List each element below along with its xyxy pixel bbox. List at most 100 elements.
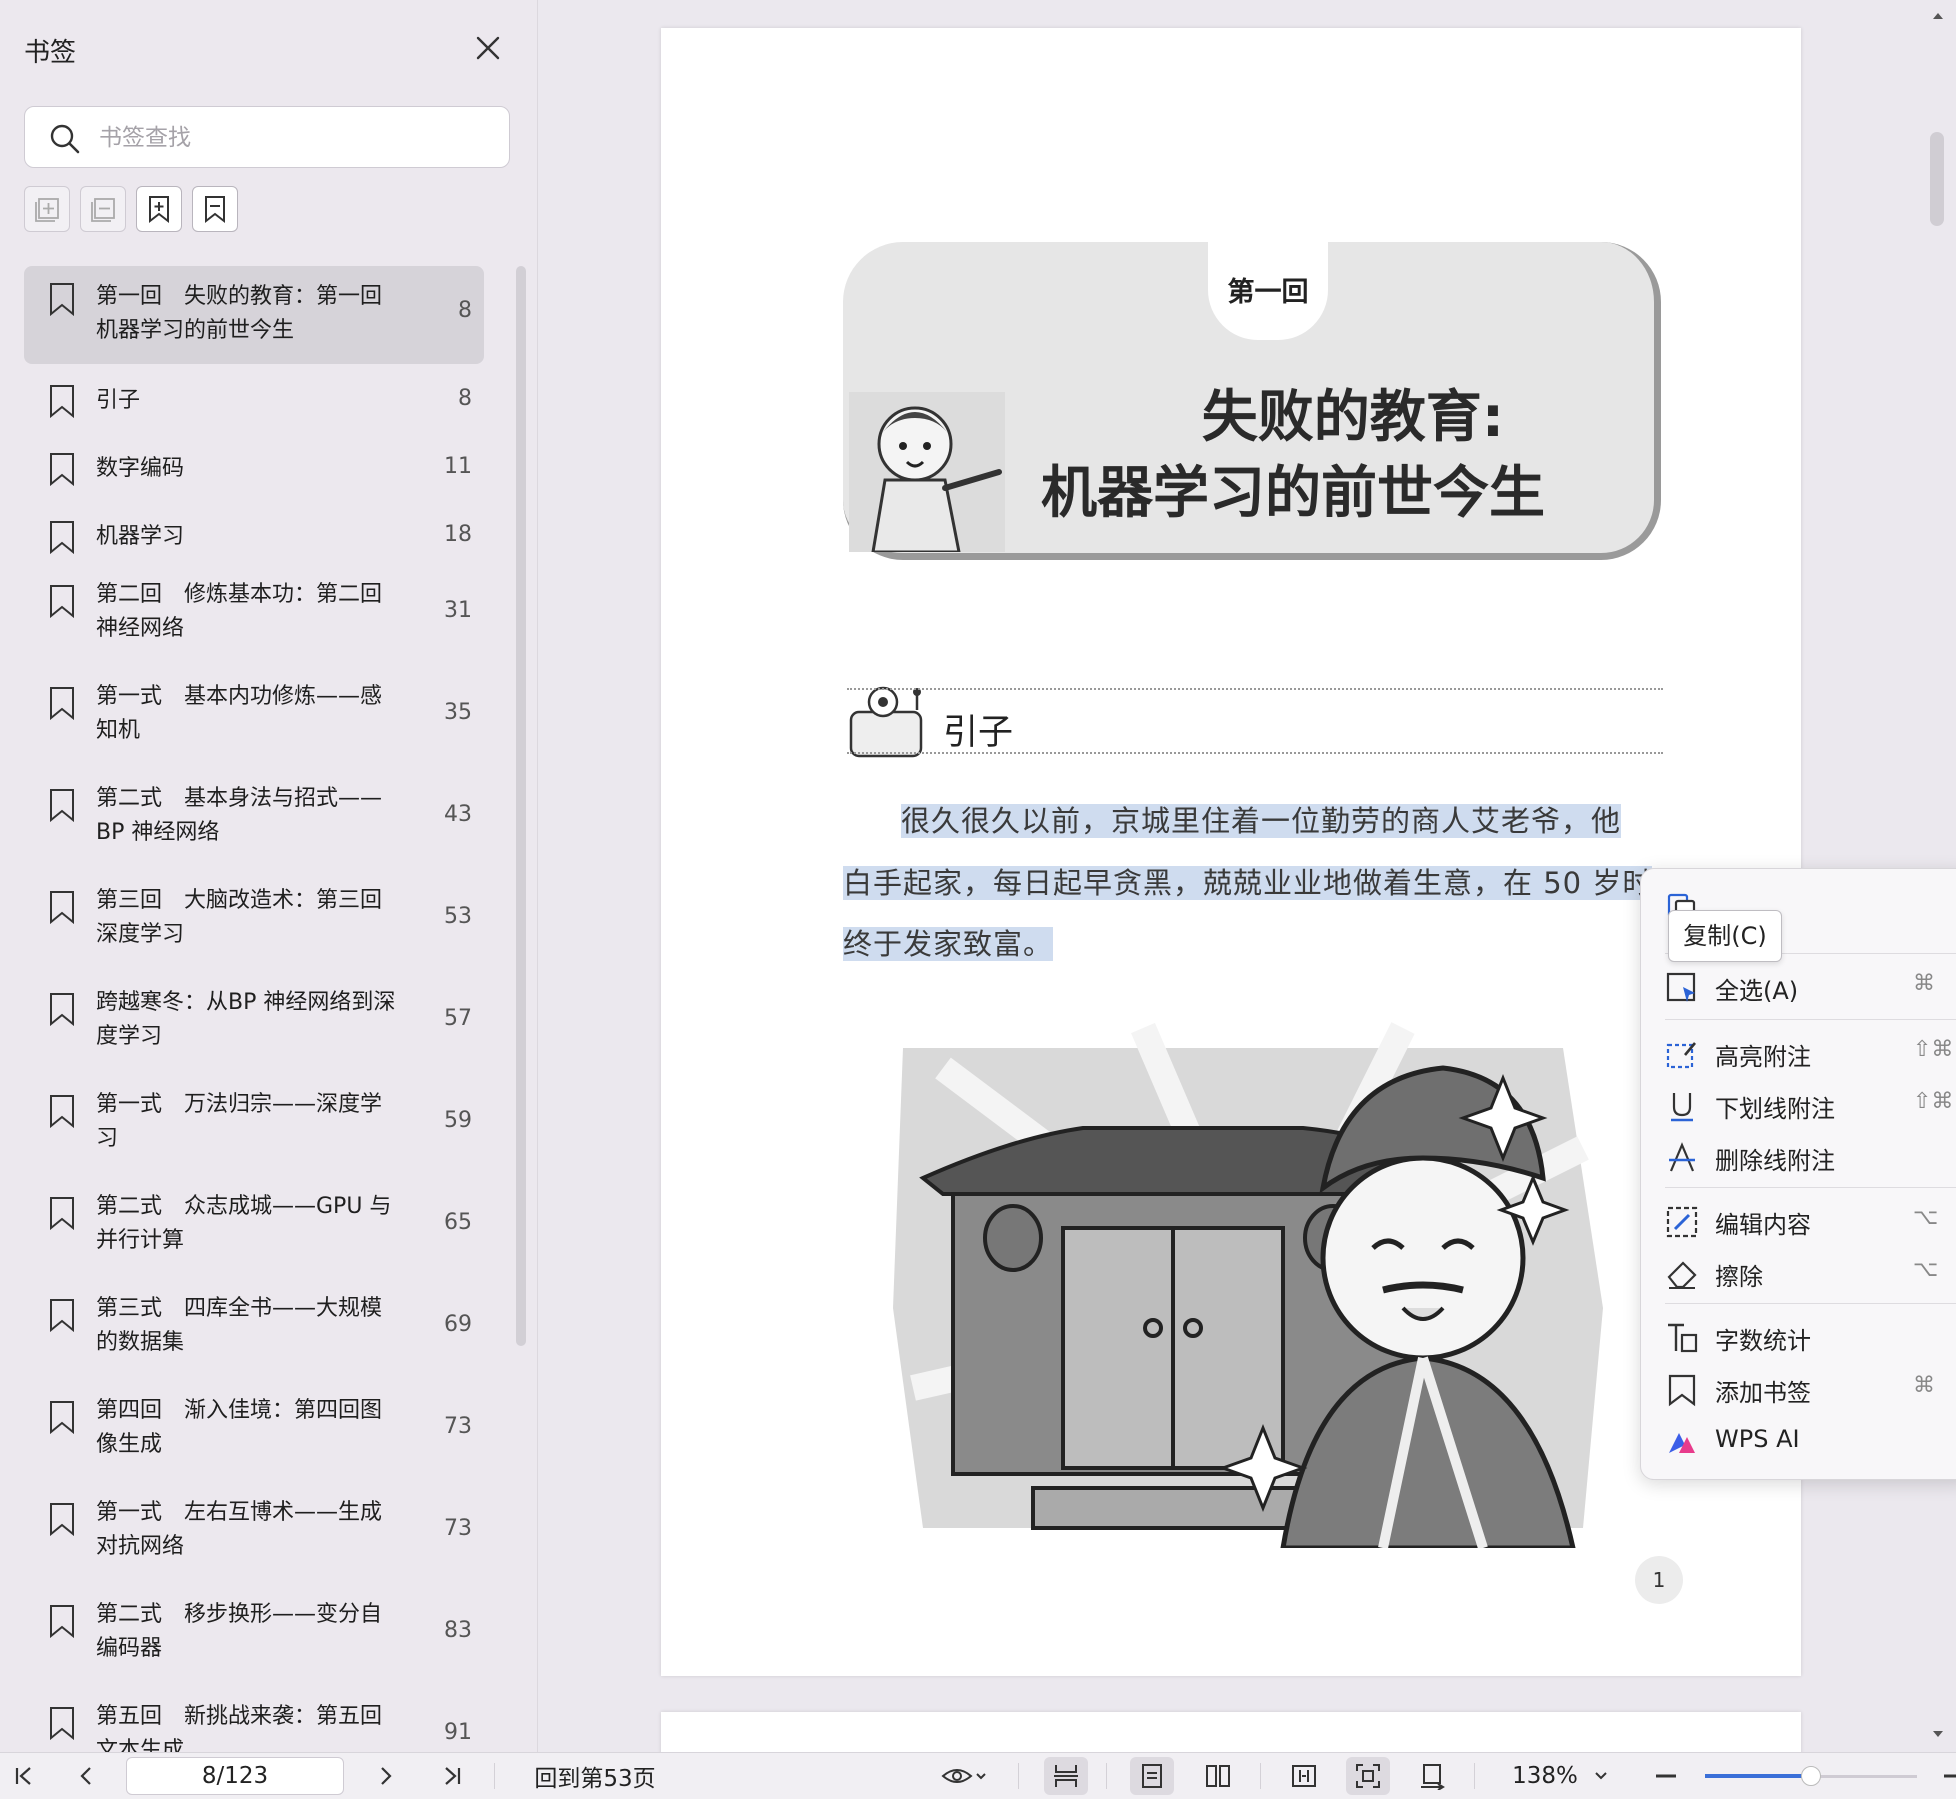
minus-icon <box>1656 1774 1676 1778</box>
status-separator <box>1260 1763 1261 1789</box>
zoom-out-button[interactable] <box>1646 1753 1686 1799</box>
next-page-button[interactable] <box>366 1753 406 1799</box>
zoom-dropdown[interactable]: 138% <box>1500 1753 1620 1799</box>
menu-item-label: 删除线附注 <box>1715 1147 1835 1175</box>
select-all-icon <box>1666 972 1696 1002</box>
bookmark-label: 第五回 新挑战来袭：第五回文本生成 <box>96 1704 383 1752</box>
bookmark-list: 第一回 失败的教育：第一回机器学习的前世今生 8 引子 8 数字编码 11 机器… <box>24 266 484 1752</box>
bookmark-page: 11 <box>444 454 472 479</box>
fit-page-button[interactable] <box>1346 1757 1390 1795</box>
chevron-down-icon <box>1595 1772 1607 1780</box>
back-to-page-link[interactable]: 回到第53页 <box>520 1753 670 1799</box>
continuous-scroll-icon <box>1054 1765 1078 1787</box>
bookmark-icon <box>50 283 74 316</box>
word-count-icon <box>1668 1323 1698 1353</box>
scholar-illustration <box>849 392 1005 552</box>
underline-icon <box>1671 1093 1693 1122</box>
sidebar-scrollbar[interactable] <box>516 266 526 1346</box>
fit-page-icon <box>1356 1764 1380 1788</box>
bookmark-label: 第一式 左右互博术——生成对抗网络 <box>96 1500 383 1559</box>
view-mode-dropdown[interactable] <box>934 1753 994 1799</box>
zoom-in-button[interactable] <box>1940 1753 1956 1799</box>
two-page-button[interactable] <box>1196 1753 1240 1799</box>
bookmark-item[interactable]: 第五回 新挑战来袭：第五回文本生成 91 <box>24 1700 484 1752</box>
status-separator <box>1018 1763 1019 1789</box>
single-page-button[interactable] <box>1130 1757 1174 1795</box>
menu-item-add-bookmark[interactable]: 添加书签 ⌘ <box>1665 1367 1956 1411</box>
bookmark-label: 跨越寒冬：从BP 神经网络到深度学习 <box>96 990 396 1049</box>
bookmark-item[interactable]: 跨越寒冬：从BP 神经网络到深度学习 57 <box>24 986 484 1076</box>
selected-text[interactable]: 终于发家致富。 <box>843 927 1054 961</box>
menu-item-select-all[interactable]: 全选(A) ⌘ <box>1665 965 1956 1009</box>
prev-page-button[interactable] <box>66 1753 106 1799</box>
first-page-button[interactable] <box>4 1753 44 1799</box>
bookmark-item[interactable]: 机器学习 18 <box>24 510 484 566</box>
menu-item-highlight[interactable]: 高亮附注 ⇧⌘ <box>1665 1031 1956 1075</box>
continuous-page-button[interactable] <box>1044 1757 1088 1795</box>
bookmark-item[interactable]: 第二回 修炼基本功：第二回神经网络 31 <box>24 578 484 668</box>
collapse-all-button[interactable] <box>80 186 126 232</box>
menu-separator <box>1665 1019 1956 1020</box>
paragraph-line[interactable]: 白手起家，每日起早贪黑，兢兢业业地做着生意，在 50 岁时 <box>843 860 1673 902</box>
single-page-icon <box>1142 1764 1162 1788</box>
selected-text[interactable]: 白手起家，每日起早贪黑，兢兢业业地做着生意，在 50 岁时 <box>843 866 1653 900</box>
eraser-icon <box>1667 1261 1697 1289</box>
bookmark-item[interactable]: 第三回 大脑改造术：第三回深度学习 53 <box>24 884 484 974</box>
chevron-left-icon <box>80 1767 91 1785</box>
bookmark-search-input[interactable] <box>97 119 481 157</box>
zoom-slider-handle[interactable] <box>1801 1766 1821 1786</box>
menu-item-wps-ai[interactable]: WPS AI <box>1665 1419 1956 1463</box>
bookmark-item[interactable]: 第一式 基本内功修炼——感知机 35 <box>24 680 484 770</box>
chapter-tab: 第一回 <box>1208 240 1328 340</box>
scroll-up-icon[interactable] <box>1930 8 1946 24</box>
bookmark-item[interactable]: 第四回 渐入佳境：第四回图像生成 73 <box>24 1394 484 1484</box>
selected-text[interactable]: 很久很久以前，京城里住着一位勤劳的商人艾老爷，他 <box>901 804 1622 838</box>
section-title: 引子 <box>943 713 1014 753</box>
scroll-down-icon[interactable] <box>1930 1726 1946 1742</box>
bookmark-item[interactable]: 第二式 移步换形——变分自编码器 83 <box>24 1598 484 1688</box>
strikethrough-icon <box>1669 1142 1695 1172</box>
paragraph-line[interactable]: 很久很久以前，京城里住着一位勤劳的商人艾老爷，他 <box>901 798 1691 840</box>
menu-item-eraser[interactable]: 擦除 ⌥ <box>1665 1251 1956 1295</box>
add-bookmark-button[interactable] <box>136 186 182 232</box>
bookmark-item[interactable]: 第二式 基本身法与招式——BP 神经网络 43 <box>24 782 484 872</box>
menu-item-underline[interactable]: 下划线附注 ⇧⌘ <box>1665 1083 1956 1127</box>
bookmark-button[interactable] <box>192 186 238 232</box>
menu-item-label: 字数统计 <box>1715 1327 1811 1355</box>
last-page-button[interactable] <box>432 1753 472 1799</box>
bookmark-icon <box>50 385 74 418</box>
document-scrollbar[interactable] <box>1930 132 1944 226</box>
bookmark-icon <box>50 1095 74 1128</box>
rotate-button[interactable] <box>1410 1753 1454 1799</box>
search-icon <box>50 124 80 154</box>
bookmark-item[interactable]: 第二式 众志成城——GPU 与并行计算 65 <box>24 1190 484 1280</box>
bookmark-icon <box>50 789 74 822</box>
bookmark-item[interactable]: 第一回 失败的教育：第一回机器学习的前世今生 8 <box>24 266 484 364</box>
bookmark-icon <box>50 1503 74 1536</box>
bookmark-icon <box>1668 1374 1696 1407</box>
menu-item-edit[interactable]: 编辑内容 ⌥ <box>1665 1199 1956 1243</box>
document-page: 第一回 失败的教育: 机器学习的前世今生 引子 很久很久以前，京城里住着一位勤劳… <box>661 28 1801 1676</box>
menu-item-word-count[interactable]: 字数统计 <box>1665 1315 1956 1359</box>
bookmark-icon <box>50 1401 74 1434</box>
paragraph-line[interactable]: 终于发家致富。 <box>843 921 1673 963</box>
menu-item-strikethrough[interactable]: 删除线附注 <box>1665 1135 1956 1179</box>
menu-item-label: 编辑内容 <box>1715 1211 1811 1239</box>
expand-all-button[interactable] <box>24 186 70 232</box>
close-icon[interactable] <box>470 30 506 66</box>
bookmark-icon <box>50 521 74 554</box>
bookmark-label: 第一式 基本内功修炼——感知机 <box>96 684 383 743</box>
fit-width-button[interactable] <box>1282 1753 1326 1799</box>
page-number-input[interactable] <box>126 1757 344 1795</box>
bookmark-item[interactable]: 第一式 万法归宗——深度学习 59 <box>24 1088 484 1178</box>
chapter-title-line2: 机器学习的前世今生 <box>1041 461 1545 526</box>
bookmark-search[interactable] <box>24 106 510 168</box>
bookmark-item[interactable]: 数字编码 11 <box>24 442 484 498</box>
last-page-icon <box>445 1767 461 1785</box>
bookmark-label: 引子 <box>96 388 141 413</box>
bookmark-icon <box>50 1299 74 1332</box>
bookmark-item[interactable]: 第三式 四库全书——大规模的数据集 69 <box>24 1292 484 1382</box>
bookmark-item[interactable]: 引子 8 <box>24 374 484 430</box>
bookmark-item[interactable]: 第一式 左右互博术——生成对抗网络 73 <box>24 1496 484 1586</box>
bookmark-page: 69 <box>444 1312 472 1337</box>
